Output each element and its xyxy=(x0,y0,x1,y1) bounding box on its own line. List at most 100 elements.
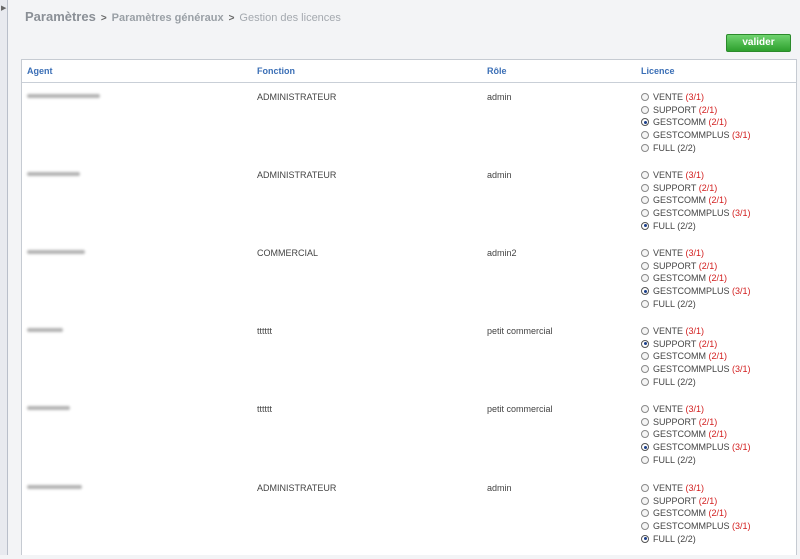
validate-button[interactable]: valider xyxy=(726,34,791,52)
radio-selected[interactable] xyxy=(641,287,649,296)
licence-option-full[interactable]: FULL (2/2) xyxy=(641,454,791,467)
licence-label: FULL xyxy=(653,533,675,544)
licence-radio-group: VENTE (3/1) SUPPORT (2/1) GESTCOMM (2/1) GE… xyxy=(641,247,791,310)
column-header-agent[interactable]: Agent xyxy=(27,66,53,76)
radio-unselected[interactable] xyxy=(641,299,649,308)
radio-unselected[interactable] xyxy=(641,377,649,386)
agent-name-redacted xyxy=(27,485,82,489)
licence-radio-group: VENTE (3/1) SUPPORT (2/1) GESTCOMM (2/1) GE… xyxy=(641,91,791,154)
licence-option-full[interactable]: FULL (2/2) xyxy=(641,220,791,233)
licence-option-gestcomm[interactable]: GESTCOMM (2/1) xyxy=(641,194,791,207)
licence-option-support[interactable]: SUPPORT (2/1) xyxy=(641,338,791,351)
radio-unselected[interactable] xyxy=(641,484,649,492)
licence-count: (3/1) xyxy=(685,170,705,180)
licence-option-gestcommplus[interactable]: GESTCOMMPLUS (3/1) xyxy=(641,441,791,454)
licence-label: VENTE xyxy=(653,404,684,414)
radio-unselected[interactable] xyxy=(641,365,649,374)
licence-label: VENTE xyxy=(653,248,684,258)
licence-option-gestcommplus[interactable]: GESTCOMMPLUS (3/1) xyxy=(641,207,791,220)
radio-unselected[interactable] xyxy=(641,93,649,101)
licence-option-vente[interactable]: VENTE (3/1) xyxy=(641,91,791,104)
licence-label: GESTCOMMPLUS xyxy=(653,521,730,532)
licence-count: (2/1) xyxy=(708,351,728,362)
licence-option-gestcommplus[interactable]: GESTCOMMPLUS (3/1) xyxy=(641,520,791,533)
licence-option-gestcommplus[interactable]: GESTCOMMPLUS (3/1) xyxy=(641,285,791,298)
column-header-fonction[interactable]: Fonction xyxy=(257,66,295,76)
radio-unselected[interactable] xyxy=(641,105,649,114)
licence-option-vente[interactable]: VENTE (3/1) xyxy=(641,325,791,338)
radio-selected[interactable] xyxy=(641,339,649,348)
radio-unselected[interactable] xyxy=(641,209,649,218)
licence-option-vente[interactable]: VENTE (3/1) xyxy=(641,169,791,182)
radio-unselected[interactable] xyxy=(641,274,649,283)
radio-unselected[interactable] xyxy=(641,249,649,257)
licence-option-gestcomm[interactable]: GESTCOMM (2/1) xyxy=(641,507,791,520)
radio-unselected[interactable] xyxy=(641,327,649,335)
licence-option-gestcomm[interactable]: GESTCOMM (2/1) xyxy=(641,350,791,363)
radio-unselected[interactable] xyxy=(641,131,649,140)
licence-label: GESTCOMMPLUS xyxy=(653,286,730,297)
chevron-right-icon[interactable]: ▶ xyxy=(1,4,6,12)
licence-option-vente[interactable]: VENTE (3/1) xyxy=(641,403,791,416)
radio-unselected[interactable] xyxy=(641,261,649,270)
licence-label: FULL xyxy=(653,454,675,465)
radio-selected[interactable] xyxy=(641,443,649,452)
licence-label: SUPPORT xyxy=(653,338,697,349)
licence-option-full[interactable]: FULL (2/2) xyxy=(641,298,791,311)
licence-option-gestcommplus[interactable]: GESTCOMMPLUS (3/1) xyxy=(641,129,791,142)
breadcrumb-separator: > xyxy=(228,13,235,24)
fonction-cell: COMMERCIAL xyxy=(257,248,319,258)
licence-option-vente[interactable]: VENTE (3/1) xyxy=(641,247,791,260)
licence-label: GESTCOMM xyxy=(653,508,706,519)
licence-radio-group: VENTE (3/1) SUPPORT (2/1) GESTCOMM (2/1) GE… xyxy=(641,325,791,388)
licence-option-support[interactable]: SUPPORT (2/1) xyxy=(641,260,791,273)
radio-selected[interactable] xyxy=(641,221,649,230)
radio-unselected[interactable] xyxy=(641,405,649,413)
radio-unselected[interactable] xyxy=(641,455,649,464)
licence-option-gestcommplus[interactable]: GESTCOMMPLUS (3/1) xyxy=(641,363,791,376)
licence-option-gestcomm[interactable]: GESTCOMM (2/1) xyxy=(641,116,791,129)
licence-option-full[interactable]: FULL (2/2) xyxy=(641,142,791,155)
licence-count: (2/2) xyxy=(677,142,696,153)
table-row: tttttt petit commercial VENTE (3/1) SUPPORT… xyxy=(22,402,796,480)
radio-unselected[interactable] xyxy=(641,352,649,361)
licence-label: FULL xyxy=(653,298,675,309)
breadcrumb-section[interactable]: Paramètres généraux xyxy=(112,12,224,24)
radio-unselected[interactable] xyxy=(641,171,649,179)
licence-label: GESTCOMM xyxy=(653,429,706,440)
column-header-licence[interactable]: Licence xyxy=(641,66,675,76)
radio-unselected[interactable] xyxy=(641,196,649,205)
radio-selected[interactable] xyxy=(641,118,649,127)
radio-unselected[interactable] xyxy=(641,430,649,439)
licence-count: (2/1) xyxy=(698,416,718,427)
radio-selected[interactable] xyxy=(641,534,649,543)
role-cell: admin xyxy=(487,170,512,180)
licence-option-support[interactable]: SUPPORT (2/1) xyxy=(641,495,791,508)
radio-unselected[interactable] xyxy=(641,183,649,192)
column-header-role[interactable]: Rôle xyxy=(487,66,507,76)
radio-unselected[interactable] xyxy=(641,522,649,531)
licence-option-support[interactable]: SUPPORT (2/1) xyxy=(641,182,791,195)
licence-count: (2/2) xyxy=(677,298,696,309)
breadcrumb-current: Gestion des licences xyxy=(239,12,341,24)
licence-label: SUPPORT xyxy=(653,104,697,115)
sidebar-collapse-strip[interactable]: ▶ xyxy=(0,0,8,555)
licence-option-full[interactable]: FULL (2/2) xyxy=(641,533,791,546)
radio-unselected[interactable] xyxy=(641,143,649,152)
agent-name-redacted xyxy=(27,406,70,410)
licence-option-gestcomm[interactable]: GESTCOMM (2/1) xyxy=(641,272,791,285)
licence-option-gestcomm[interactable]: GESTCOMM (2/1) xyxy=(641,428,791,441)
licence-option-support[interactable]: SUPPORT (2/1) xyxy=(641,416,791,429)
licence-count: (3/1) xyxy=(732,130,751,141)
radio-unselected[interactable] xyxy=(641,417,649,426)
role-cell: admin xyxy=(487,92,512,102)
licence-option-full[interactable]: FULL (2/2) xyxy=(641,376,791,389)
radio-unselected[interactable] xyxy=(641,509,649,518)
breadcrumb-separator: > xyxy=(100,13,107,24)
breadcrumb-root[interactable]: Paramètres xyxy=(25,9,96,24)
radio-unselected[interactable] xyxy=(641,496,649,505)
licence-option-vente[interactable]: VENTE (3/1) xyxy=(641,482,791,495)
licence-count: (3/1) xyxy=(732,364,751,375)
licence-count: (3/1) xyxy=(685,483,705,493)
licence-option-support[interactable]: SUPPORT (2/1) xyxy=(641,104,791,117)
